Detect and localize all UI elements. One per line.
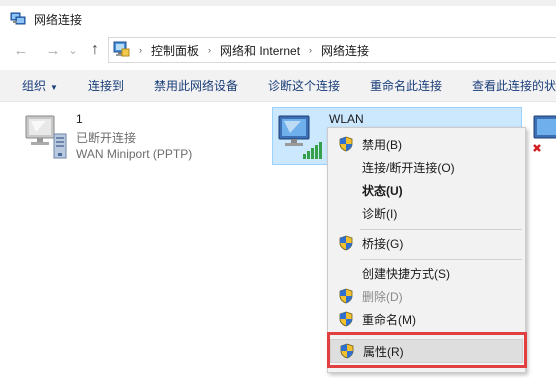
- back-arrow-icon[interactable]: ←: [8, 37, 34, 63]
- menu-item-label: 删除(D): [362, 289, 403, 304]
- menu-item-create-shortcut[interactable]: 创建快捷方式(S): [330, 262, 523, 284]
- up-arrow-icon[interactable]: ↑: [82, 37, 108, 63]
- connection-item-partial[interactable]: [528, 112, 556, 168]
- uac-shield-icon: [338, 311, 354, 330]
- menu-item-status[interactable]: 状态(U): [330, 179, 523, 201]
- menu-item-label: 重命名(M): [362, 312, 416, 327]
- control-panel-icon: [113, 40, 131, 61]
- menu-item-label: 诊断(I): [362, 206, 398, 221]
- connection-device: WAN Miniport (PPTP): [76, 147, 193, 161]
- menu-item-disable[interactable]: 禁用(B): [330, 133, 523, 155]
- address-bar[interactable]: › 控制面板 › 网络和 Internet › 网络连接: [108, 37, 556, 63]
- address-row: ← → ⌄ ↑ › 控制面板 › 网络和 Internet › 网络连接: [0, 34, 556, 66]
- uac-shield-icon: [338, 136, 354, 155]
- menu-item-diagnose[interactable]: 诊断(I): [330, 202, 523, 224]
- menu-item-label: 创建快捷方式(S): [362, 266, 450, 281]
- connection-status: 已断开连接: [76, 131, 137, 145]
- menu-item-label: 禁用(B): [362, 137, 402, 152]
- rename-connection-button[interactable]: 重命名此连接: [355, 70, 457, 101]
- disconnected-network-icon: [22, 112, 72, 167]
- view-status-button[interactable]: 查看此连接的状: [457, 70, 556, 101]
- menu-separator: [360, 259, 522, 260]
- wireless-network-icon: [275, 112, 327, 167]
- command-toolbar: 组织 ▼ 连接到 禁用此网络设备 诊断这个连接 重命名此连接 查看此连接的状: [0, 70, 556, 102]
- window-title: 网络连接: [34, 12, 83, 27]
- breadcrumb-separator-icon: ›: [139, 45, 142, 55]
- breadcrumb-separator-icon: ›: [309, 45, 313, 55]
- highlight-box: [327, 332, 527, 368]
- recent-locations-chevron-icon[interactable]: ⌄: [66, 37, 80, 63]
- forward-arrow-icon[interactable]: →: [40, 37, 66, 63]
- network-adapter-icon: [528, 115, 556, 167]
- title-bar: 网络连接: [0, 6, 556, 32]
- breadcrumb-control-panel[interactable]: 控制面板: [151, 42, 199, 59]
- breadcrumb-separator-icon: ›: [208, 45, 212, 55]
- menu-item-bridge[interactable]: 桥接(G): [330, 232, 523, 254]
- menu-item-connect-disconnect[interactable]: 连接/断开连接(O): [330, 156, 523, 178]
- connection-name: WLAN: [329, 112, 364, 126]
- uac-shield-icon: [338, 235, 354, 254]
- menu-item-rename[interactable]: 重命名(M): [330, 308, 523, 330]
- connection-item-pptp[interactable]: 1 已断开连接 WAN Miniport (PPTP): [22, 112, 262, 168]
- menu-item-label: 状态(U): [362, 183, 403, 198]
- breadcrumb-network-internet[interactable]: 网络和 Internet: [220, 42, 300, 59]
- diagnose-connection-button[interactable]: 诊断这个连接: [253, 70, 355, 101]
- menu-separator: [360, 229, 522, 230]
- menu-item-label: 连接/断开连接(O): [362, 160, 455, 175]
- menu-item-delete: 删除(D): [330, 285, 523, 307]
- organize-label: 组织: [22, 78, 47, 93]
- uac-shield-icon: [338, 288, 354, 307]
- connection-name: 1: [76, 112, 83, 126]
- disable-device-button[interactable]: 禁用此网络设备: [139, 70, 253, 101]
- connect-to-button[interactable]: 连接到: [73, 70, 139, 101]
- organize-menu[interactable]: 组织 ▼: [0, 70, 73, 101]
- caret-down-icon: ▼: [50, 82, 58, 92]
- network-connections-icon: [10, 10, 26, 29]
- breadcrumb-network-connections[interactable]: 网络连接: [321, 42, 369, 59]
- menu-item-label: 桥接(G): [362, 236, 404, 251]
